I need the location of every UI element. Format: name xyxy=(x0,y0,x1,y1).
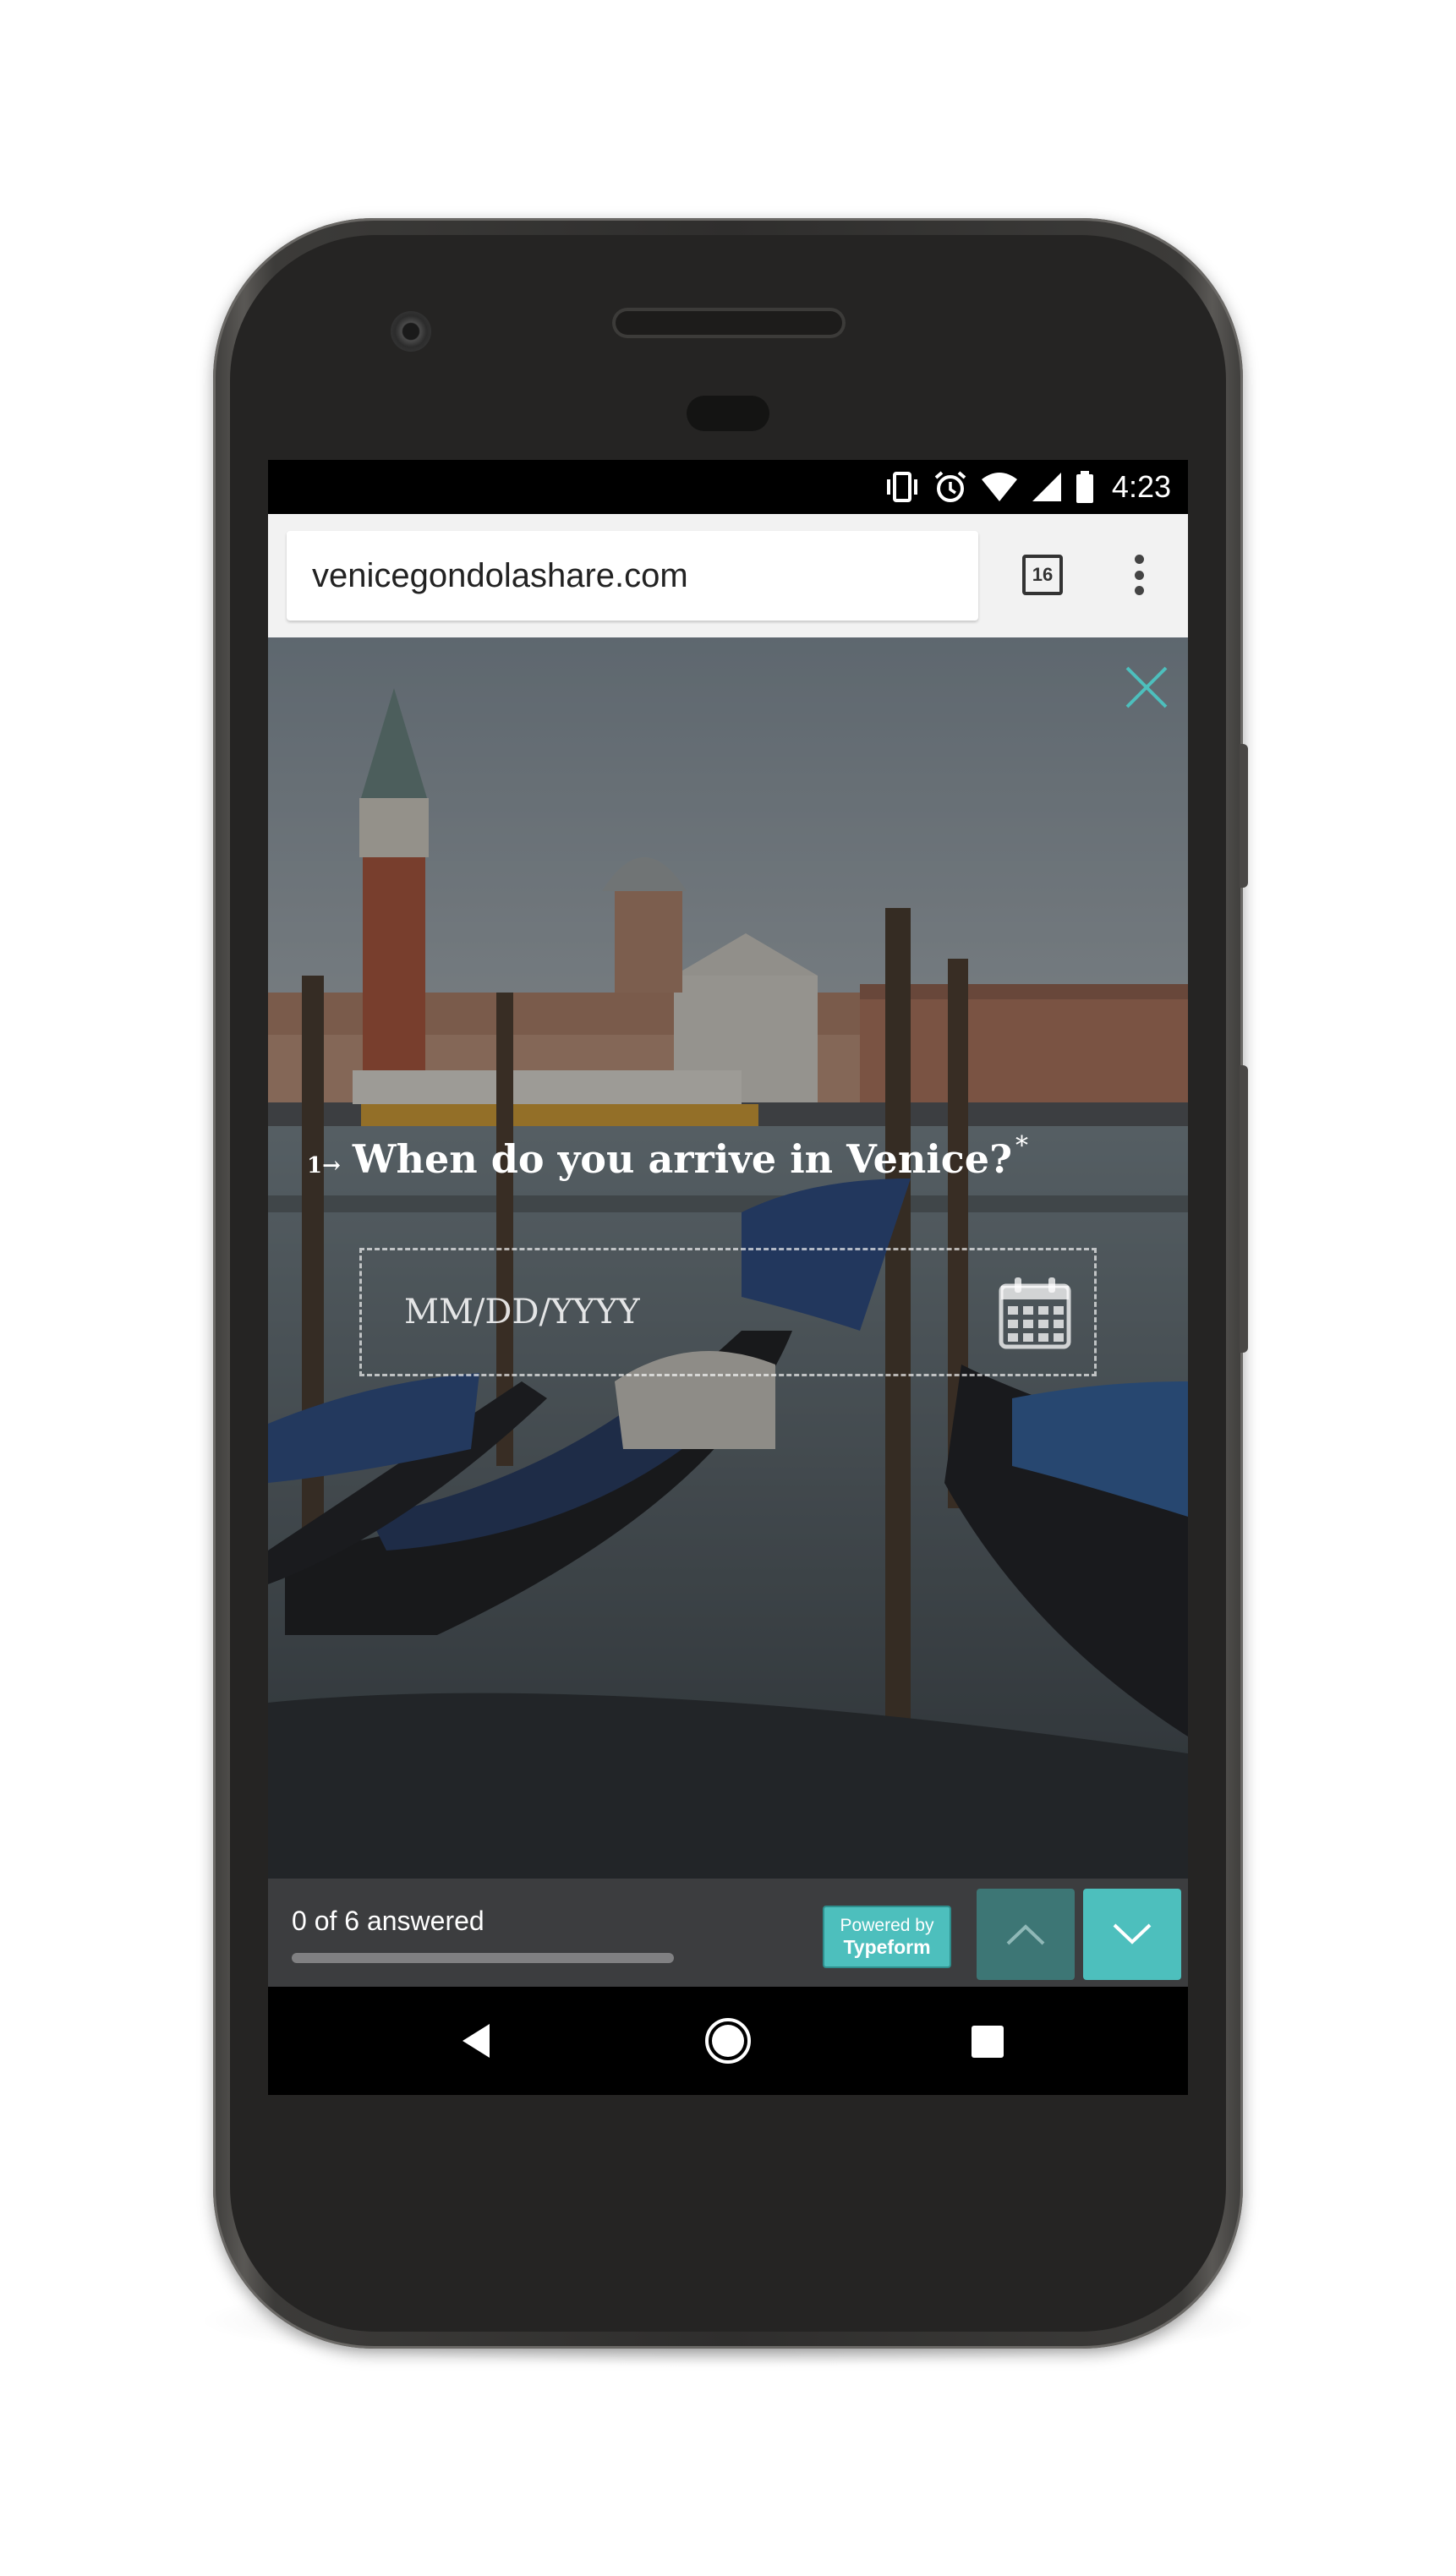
answered-count: 0 of 6 answered xyxy=(292,1906,484,1936)
stage: 4:23 venicegondolashare.com 16 1→ When d… xyxy=(0,0,1456,2576)
chevron-up-icon xyxy=(1006,1924,1045,1945)
earpiece-speaker xyxy=(616,311,842,335)
more-vert-icon[interactable] xyxy=(1130,548,1147,602)
next-question-button[interactable] xyxy=(1083,1889,1181,1980)
progress-bar xyxy=(292,1953,674,1963)
chevron-down-icon xyxy=(1113,1923,1152,1944)
alarm-icon xyxy=(934,471,966,502)
question-text: When do you arrive in Venice? xyxy=(352,1136,1013,1182)
calendar-icon[interactable] xyxy=(996,1274,1074,1352)
android-navigation-bar xyxy=(268,1987,1188,2095)
proximity-sensor xyxy=(687,396,769,431)
vibrate-icon xyxy=(886,472,917,502)
date-input[interactable]: MM/DD/YYYY xyxy=(359,1248,1097,1376)
volume-button xyxy=(1240,1065,1248,1353)
question-number: 1→ xyxy=(307,1153,341,1179)
home-icon[interactable] xyxy=(703,2015,753,2066)
signal-icon xyxy=(1032,473,1061,501)
wifi-icon xyxy=(981,473,1017,501)
required-marker: * xyxy=(1015,1131,1029,1161)
typeform-content: 1→ When do you arrive in Venice? * MM/DD… xyxy=(268,637,1188,1879)
status-time: 4:23 xyxy=(1111,469,1171,504)
powered-by-label: Powered by xyxy=(840,1915,934,1935)
tab-switcher-button[interactable]: 16 xyxy=(1022,555,1063,595)
browser-toolbar: venicegondolashare.com 16 xyxy=(268,514,1188,637)
typeform-footer: 0 of 6 answered Powered by Typeform xyxy=(268,1879,1188,1987)
status-bar: 4:23 xyxy=(268,460,1188,514)
screen: 4:23 venicegondolashare.com 16 1→ When d… xyxy=(268,460,1188,2095)
recents-icon[interactable] xyxy=(972,2026,1004,2058)
date-placeholder: MM/DD/YYYY xyxy=(404,1293,640,1332)
typeform-label: Typeform xyxy=(843,1935,931,1958)
status-icons: 4:23 xyxy=(884,468,1171,506)
back-icon[interactable] xyxy=(452,2015,503,2066)
question-label: 1→ When do you arrive in Venice? * xyxy=(307,1131,1028,1182)
close-icon[interactable] xyxy=(1122,663,1171,712)
url-field[interactable]: venicegondolashare.com xyxy=(287,531,978,621)
previous-question-button[interactable] xyxy=(977,1889,1075,1980)
powered-by-typeform-badge[interactable]: Powered by Typeform xyxy=(823,1906,951,1968)
front-camera xyxy=(391,311,431,352)
power-button xyxy=(1240,744,1248,888)
battery-icon xyxy=(1076,471,1093,503)
